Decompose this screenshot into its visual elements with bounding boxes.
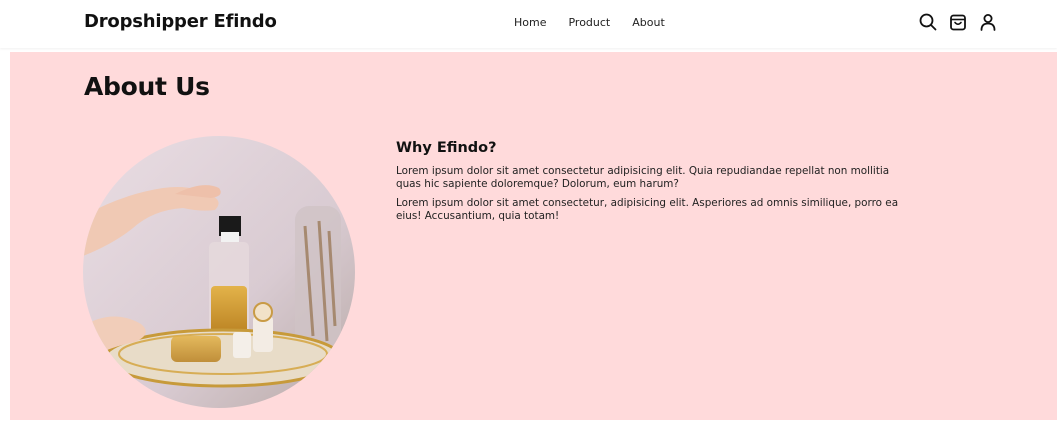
page-title: About Us — [84, 72, 210, 101]
about-text: Why Efindo? Lorem ipsum dolor sit amet c… — [396, 140, 916, 229]
about-paragraph: Lorem ipsum dolor sit amet consectetur a… — [396, 165, 890, 190]
brand-logo[interactable]: Dropshipper Efindo — [84, 11, 277, 32]
about-paragraph: Lorem ipsum dolor sit amet consectetur, … — [396, 197, 899, 222]
about-section: About Us Why Efindo? Lorem ipsum dolor s… — [10, 52, 1057, 420]
nav-link-about[interactable]: About — [632, 16, 665, 29]
shopping-bag-icon[interactable] — [948, 12, 968, 32]
section-heading: Why Efindo? — [396, 140, 497, 156]
nav-link-product[interactable]: Product — [568, 16, 610, 29]
navbar: Dropshipper Efindo Home Product About — [0, 0, 1057, 48]
search-icon[interactable] — [918, 12, 938, 32]
nav-icons — [918, 12, 998, 32]
about-photo — [83, 136, 355, 408]
user-icon[interactable] — [978, 12, 998, 32]
nav-links: Home Product About — [514, 16, 665, 29]
nav-link-home[interactable]: Home — [514, 16, 546, 29]
